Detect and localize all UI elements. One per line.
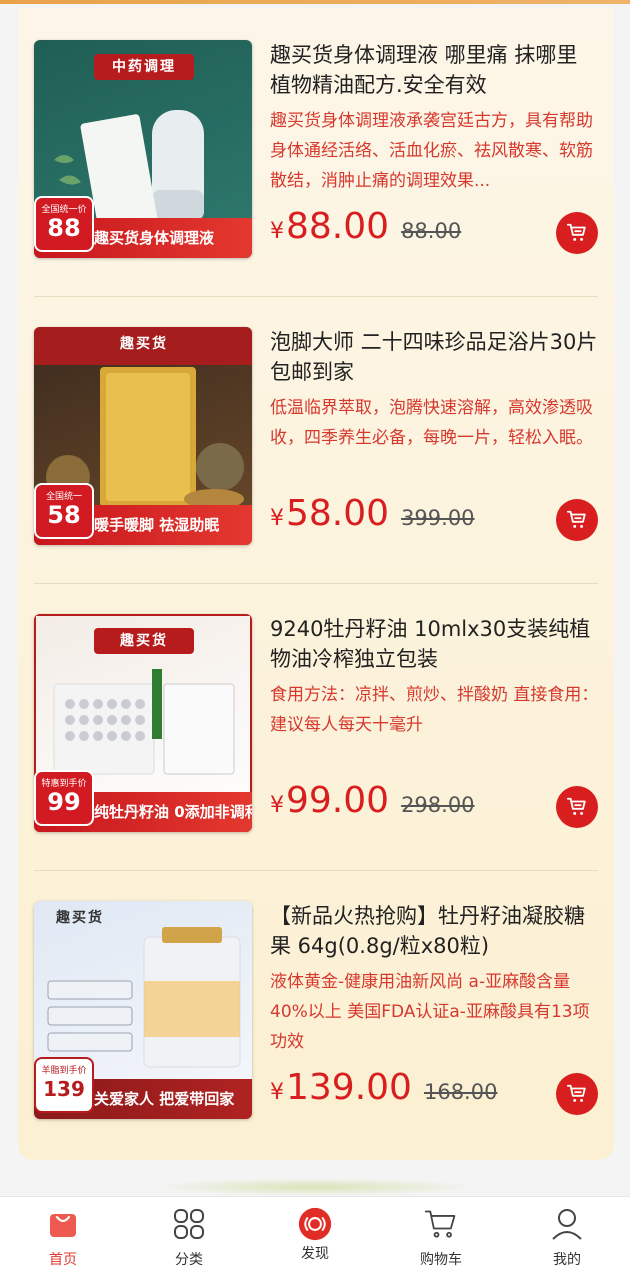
current-price: 139.00: [286, 1067, 412, 1108]
nav-item-category[interactable]: 分类: [126, 1197, 252, 1280]
nav-item-profile[interactable]: 我的: [504, 1197, 630, 1280]
thumb-badge-value: 139: [43, 1077, 85, 1101]
cart-icon: [566, 510, 586, 528]
current-price: 88.00: [286, 206, 390, 247]
thumb-ribbon: 中药调理: [94, 54, 194, 80]
thumb-ribbon: 趣买货: [120, 336, 168, 352]
bottom-navigation: 首页 分类 发现 购物车 我的: [0, 1196, 630, 1280]
nav-label: 首页: [49, 1252, 77, 1268]
product-card[interactable]: 趣买货 暖手暖脚 祛湿助眠 全国统一 58 泡脚大师 二十四味珍品足浴片30片 …: [18, 297, 614, 584]
currency-symbol: ¥: [270, 506, 284, 531]
product-thumbnail[interactable]: 趣买货 关爱家人 把爱带回家 羊脂到手价 139: [34, 901, 252, 1119]
product-card[interactable]: 中药调理 趣买货身体调理液 全国统一价 88 趣买货身体调理液 哪里痛 抹哪里 …: [18, 10, 614, 297]
nav-label: 分类: [175, 1252, 203, 1268]
product-title[interactable]: 泡脚大师 二十四味珍品足浴片30片 包邮到家: [270, 327, 600, 387]
product-description: 趣买货身体调理液承袭宫廷古方，具有帮助身体通经活络、活血化瘀、祛风散寒、软筋散结…: [270, 111, 593, 191]
product-description: 食用方法：凉拌、煎炒、拌酸奶 直接食用：建议每人每天十毫升: [270, 685, 599, 735]
thumb-ribbon: 趣买货: [94, 628, 194, 654]
product-description: 液体黄金-健康用油新风尚 a-亚麻酸含量40%以上 美国FDA认证a-亚麻酸具有…: [270, 972, 590, 1052]
price-row: ¥ 99.00 298.00: [270, 780, 475, 824]
currency-symbol: ¥: [270, 793, 284, 818]
nav-label: 我的: [553, 1252, 581, 1268]
thumb-badge-value: 58: [47, 501, 81, 529]
product-thumbnail[interactable]: 趣买货 暖手暖脚 祛湿助眠 全国统一 58: [34, 327, 252, 545]
original-price: 88.00: [401, 219, 462, 243]
thumb-badge-value: 88: [47, 214, 81, 242]
nav-label: 发现: [301, 1246, 329, 1262]
nav-label: 购物车: [420, 1252, 462, 1268]
add-to-cart-button[interactable]: [556, 499, 598, 541]
add-to-cart-button[interactable]: [556, 786, 598, 828]
thumb-price-badge: 全国统一 58: [34, 483, 94, 539]
current-price: 99.00: [286, 780, 390, 821]
cart-icon: [424, 1207, 458, 1241]
product-thumbnail[interactable]: 趣买货 纯牡丹籽油 0添加非调和 特惠到手价 99: [34, 614, 252, 832]
home-bag-icon: [46, 1207, 80, 1241]
price-row: ¥ 139.00 168.00: [270, 1067, 497, 1111]
thumb-price-badge: 特惠到手价 99: [34, 770, 94, 826]
discover-icon: [298, 1207, 332, 1241]
original-price: 298.00: [401, 793, 475, 817]
product-title[interactable]: 趣买货身体调理液 哪里痛 抹哪里 植物精油配方.安全有效: [270, 40, 600, 100]
cart-icon: [566, 223, 586, 241]
product-description: 低温临界萃取，泡腾快速溶解，高效渗透吸收，四季养生必备，每晚一片，轻松入眠。: [270, 398, 593, 448]
thumb-price-badge: 羊脂到手价 139: [34, 1057, 94, 1113]
grid-icon: [172, 1207, 206, 1241]
thumb-price-badge: 全国统一价 88: [34, 196, 94, 252]
nav-item-home[interactable]: 首页: [0, 1197, 126, 1280]
price-row: ¥ 88.00 88.00: [270, 206, 461, 250]
background-decoration: [150, 1178, 480, 1196]
add-to-cart-button[interactable]: [556, 212, 598, 254]
original-price: 168.00: [423, 1080, 498, 1104]
product-title[interactable]: 【新品火热抢购】牡丹籽油凝胶糖果 64g(0.8g/粒x80粒): [270, 901, 600, 961]
product-title[interactable]: 9240牡丹籽油 10mlx30支装纯植物油冷榨独立包装: [270, 614, 600, 674]
original-price: 399.00: [401, 506, 475, 530]
nav-item-discover[interactable]: 发现: [252, 1197, 378, 1280]
product-card[interactable]: 趣买货 关爱家人 把爱带回家 羊脂到手价 139 【新品火热抢购】牡丹籽油凝胶糖…: [18, 871, 614, 1158]
top-accent-strip: [0, 0, 630, 4]
currency-symbol: ¥: [270, 219, 284, 244]
current-price: 58.00: [286, 493, 390, 534]
add-to-cart-button[interactable]: [556, 1073, 598, 1115]
user-icon: [550, 1207, 584, 1241]
product-thumbnail[interactable]: 中药调理 趣买货身体调理液 全国统一价 88: [34, 40, 252, 258]
cart-icon: [566, 1084, 586, 1102]
thumb-ribbon: 趣买货: [56, 910, 104, 926]
thumb-badge-caption: 羊脂到手价: [41, 1066, 87, 1076]
nav-item-cart[interactable]: 购物车: [378, 1197, 504, 1280]
thumb-badge-value: 99: [47, 788, 81, 816]
product-card[interactable]: 趣买货 纯牡丹籽油 0添加非调和 特惠到手价 99 9240牡丹籽油 10mlx…: [18, 584, 614, 871]
currency-symbol: ¥: [270, 1080, 284, 1105]
product-list-panel: 中药调理 趣买货身体调理液 全国统一价 88 趣买货身体调理液 哪里痛 抹哪里 …: [18, 8, 614, 1160]
cart-icon: [566, 797, 586, 815]
price-row: ¥ 58.00 399.00: [270, 493, 475, 537]
